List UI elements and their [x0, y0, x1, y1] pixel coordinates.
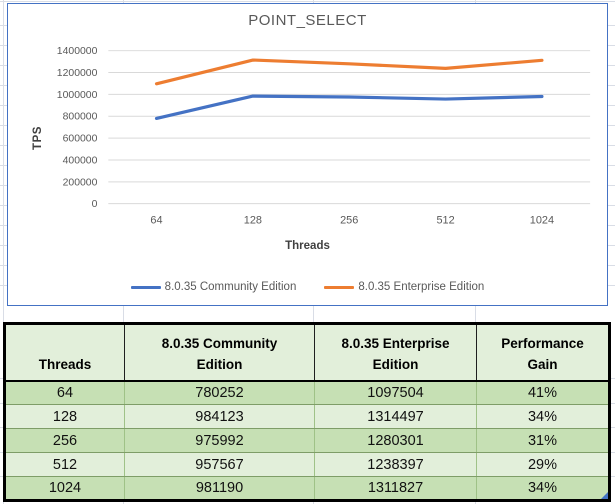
table-cell[interactable]: 1311827	[314, 476, 477, 501]
plot-area: 0 200000 400000 600000 800000 1000000 1200000 1…	[57, 46, 591, 227]
table-cell[interactable]: 957567	[124, 452, 315, 477]
y-tick-label: 400000	[63, 155, 98, 166]
table-row: 128 984123 1314497 34%	[4, 404, 610, 429]
x-tick-label: 512	[436, 215, 454, 227]
y-tick-label: 1400000	[57, 46, 98, 57]
table-cell[interactable]: 34%	[476, 404, 610, 429]
legend-item-1: 8.0.35 Enterprise Edition	[324, 281, 484, 293]
table-cell[interactable]: 1024	[4, 476, 125, 501]
y-tick-label: 800000	[63, 112, 98, 123]
table-cell[interactable]: 31%	[476, 428, 610, 453]
legend-swatch-icon	[130, 285, 161, 289]
table-cell[interactable]: 34%	[476, 476, 610, 501]
table-header-cell[interactable]: 8.0.35 Community Edition	[124, 323, 315, 382]
table-cell[interactable]: 128	[4, 404, 125, 429]
table-cell[interactable]: 984123	[124, 404, 315, 429]
selection-fill-handle[interactable]	[601, 492, 608, 499]
table-header-cell[interactable]: Performance Gain	[476, 323, 610, 382]
table-cell[interactable]: 29%	[476, 452, 610, 477]
legend-label: 8.0.35 Enterprise Edition	[358, 281, 485, 293]
y-tick-label: 200000	[63, 177, 98, 188]
table-cell[interactable]: 1097504	[314, 380, 477, 405]
table-cell[interactable]: 512	[4, 452, 125, 477]
series-line-0[interactable]	[154, 94, 544, 121]
y-tick-label: 600000	[63, 134, 98, 145]
table-header-cell[interactable]: 8.0.35 Enterprise Edition	[314, 323, 477, 382]
table-cell[interactable]: 975992	[124, 428, 315, 453]
legend-label: 8.0.35 Community Edition	[164, 281, 297, 293]
series-line-1[interactable]	[154, 58, 544, 86]
y-tick-label: 1200000	[57, 68, 98, 79]
x-tick-label: 1024	[530, 215, 554, 227]
table-cell[interactable]: 1280301	[314, 428, 477, 453]
x-tick-label: 256	[340, 215, 358, 227]
legend-item-0: 8.0.35 Community Edition	[130, 281, 297, 293]
spreadsheet-canvas: 0 200000 400000 600000 800000 1000000 1200000 1…	[0, 0, 615, 504]
table-header-cell[interactable]: Threads	[4, 323, 125, 382]
legend-swatch-icon	[324, 285, 355, 289]
x-tick-label: 128	[244, 215, 262, 227]
row-gridline	[0, 1, 615, 2]
table-row: 1024 981190 1311827 34%	[4, 476, 610, 501]
table-row: 64 780252 1097504 41%	[4, 380, 610, 405]
table-cell[interactable]: 1238397	[314, 452, 477, 477]
table-row: 256 975992 1280301 31%	[4, 428, 610, 453]
table-cell[interactable]: 64	[4, 380, 125, 405]
y-tick-label: 1000000	[57, 90, 98, 101]
y-axis-title: TPS	[32, 126, 44, 150]
table-cell[interactable]: 981190	[124, 476, 315, 501]
y-tick-label: 0	[92, 199, 98, 210]
chart-title: POINT_SELECT	[248, 12, 367, 29]
table-cell[interactable]: 780252	[124, 380, 315, 405]
chart-legend: 8.0.35 Community Edition 8.0.35 Enterpris…	[8, 281, 607, 293]
table-cell[interactable]: 1314497	[314, 404, 477, 429]
results-table[interactable]: Threads 8.0.35 Community Edition 8.0.35 En…	[3, 322, 611, 502]
table-cell[interactable]: 256	[4, 428, 125, 453]
x-tick-label: 64	[150, 215, 162, 227]
table-header-row: Threads 8.0.35 Community Edition 8.0.35 En…	[4, 323, 610, 382]
table-cell[interactable]: 41%	[476, 380, 610, 405]
table-row: 512 957567 1238397 29%	[4, 452, 610, 477]
x-axis-title: Threads	[285, 240, 330, 252]
point-select-chart[interactable]: 0 200000 400000 600000 800000 1000000 1200000 1…	[7, 3, 608, 306]
